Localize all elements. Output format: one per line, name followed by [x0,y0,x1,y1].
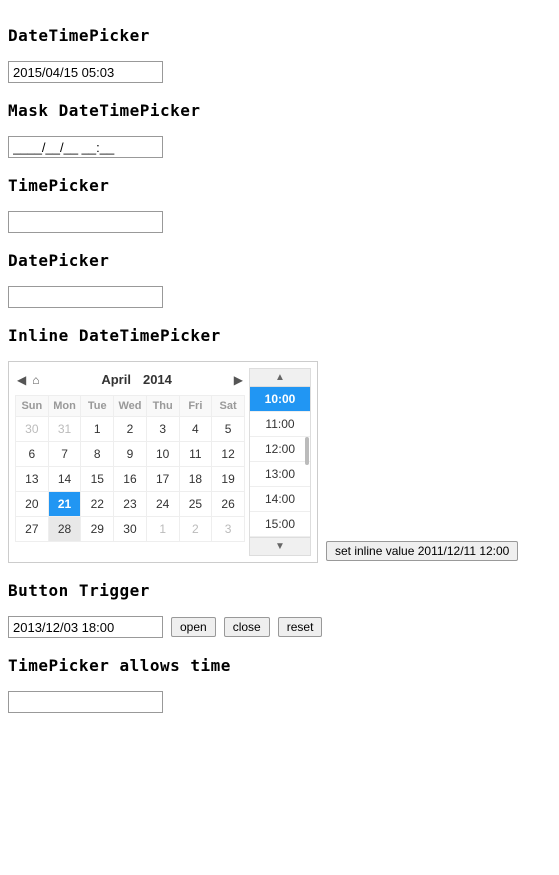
calendar-day[interactable]: 30 [16,417,49,442]
time-scroll-up-icon[interactable]: ▲ [249,368,311,387]
prev-month-icon[interactable]: ◀ [17,373,26,387]
calendar-day[interactable]: 23 [114,492,147,517]
calendar-day[interactable]: 19 [212,467,245,492]
timepicker-input[interactable] [8,211,163,233]
calendar-day[interactable]: 12 [212,442,245,467]
weekday-header: Tue [81,396,114,417]
calendar-title[interactable]: April 2014 [39,372,233,387]
calendar-day[interactable]: 1 [81,417,114,442]
calendar-day[interactable]: 18 [179,467,212,492]
calendar-day[interactable]: 20 [16,492,49,517]
calendar-day[interactable]: 16 [114,467,147,492]
calendar-day[interactable]: 15 [81,467,114,492]
calendar-day[interactable]: 21 [48,492,81,517]
heading-datetimepicker: DateTimePicker [8,26,551,45]
calendar-day[interactable]: 24 [146,492,179,517]
time-list: 10:0011:0012:0013:0014:0015:00 [249,387,311,537]
time-item[interactable]: 11:00 [250,412,310,437]
home-icon[interactable]: ⌂ [32,373,39,387]
time-item[interactable]: 13:00 [250,462,310,487]
open-button[interactable]: open [171,617,216,637]
calendar-day[interactable]: 17 [146,467,179,492]
calendar-day[interactable]: 5 [212,417,245,442]
calendar-day[interactable]: 22 [81,492,114,517]
weekday-header: Wed [114,396,147,417]
calendar-day[interactable]: 13 [16,467,49,492]
datepicker-input[interactable] [8,286,163,308]
calendar-day[interactable]: 7 [48,442,81,467]
calendar-day[interactable]: 28 [48,517,81,542]
heading-timepicker: TimePicker [8,176,551,195]
weekday-header: Sun [16,396,49,417]
calendar-day[interactable]: 31 [48,417,81,442]
mask-datetimepicker-input[interactable] [8,136,163,158]
datetimepicker-input[interactable] [8,61,163,83]
heading-button-trigger: Button Trigger [8,581,551,600]
calendar-day[interactable]: 3 [146,417,179,442]
calendar-day[interactable]: 10 [146,442,179,467]
heading-inline: Inline DateTimePicker [8,326,551,345]
calendar-day[interactable]: 3 [212,517,245,542]
time-item[interactable]: 12:00 [250,437,310,462]
weekday-header: Thu [146,396,179,417]
calendar-day[interactable]: 30 [114,517,147,542]
heading-datepicker: DatePicker [8,251,551,270]
set-inline-value-button[interactable]: set inline value 2011/12/11 12:00 [326,541,518,561]
calendar-day[interactable]: 14 [48,467,81,492]
time-item[interactable]: 10:00 [250,387,310,412]
weekday-header: Sat [212,396,245,417]
calendar-day[interactable]: 2 [179,517,212,542]
calendar-day[interactable]: 8 [81,442,114,467]
close-button[interactable]: close [224,617,270,637]
calendar-day[interactable]: 4 [179,417,212,442]
time-item[interactable]: 14:00 [250,487,310,512]
time-scrollbar[interactable] [305,437,309,465]
weekday-header: Fri [179,396,212,417]
time-scroll-down-icon[interactable]: ▼ [249,537,311,556]
calendar-month: April [101,372,131,387]
heading-mask: Mask DateTimePicker [8,101,551,120]
calendar-grid: SunMonTueWedThuFriSat 303112345678910111… [15,395,245,542]
next-month-icon[interactable]: ▶ [234,373,243,387]
weekday-header: Mon [48,396,81,417]
calendar-day[interactable]: 2 [114,417,147,442]
calendar-day[interactable]: 9 [114,442,147,467]
button-trigger-input[interactable] [8,616,163,638]
calendar-year: 2014 [143,372,172,387]
calendar-day[interactable]: 1 [146,517,179,542]
heading-timepicker-allows: TimePicker allows time [8,656,551,675]
reset-button[interactable]: reset [278,617,323,637]
calendar-day[interactable]: 25 [179,492,212,517]
calendar-day[interactable]: 27 [16,517,49,542]
calendar-day[interactable]: 6 [16,442,49,467]
inline-datetimepicker: ◀ ⌂ April2014 ▶ SunMonTueWedThuFriSat 30… [8,361,318,563]
time-item[interactable]: 15:00 [250,512,310,537]
calendar-day[interactable]: 26 [212,492,245,517]
calendar-day[interactable]: 11 [179,442,212,467]
calendar-day[interactable]: 29 [81,517,114,542]
timepicker-allows-input[interactable] [8,691,163,713]
